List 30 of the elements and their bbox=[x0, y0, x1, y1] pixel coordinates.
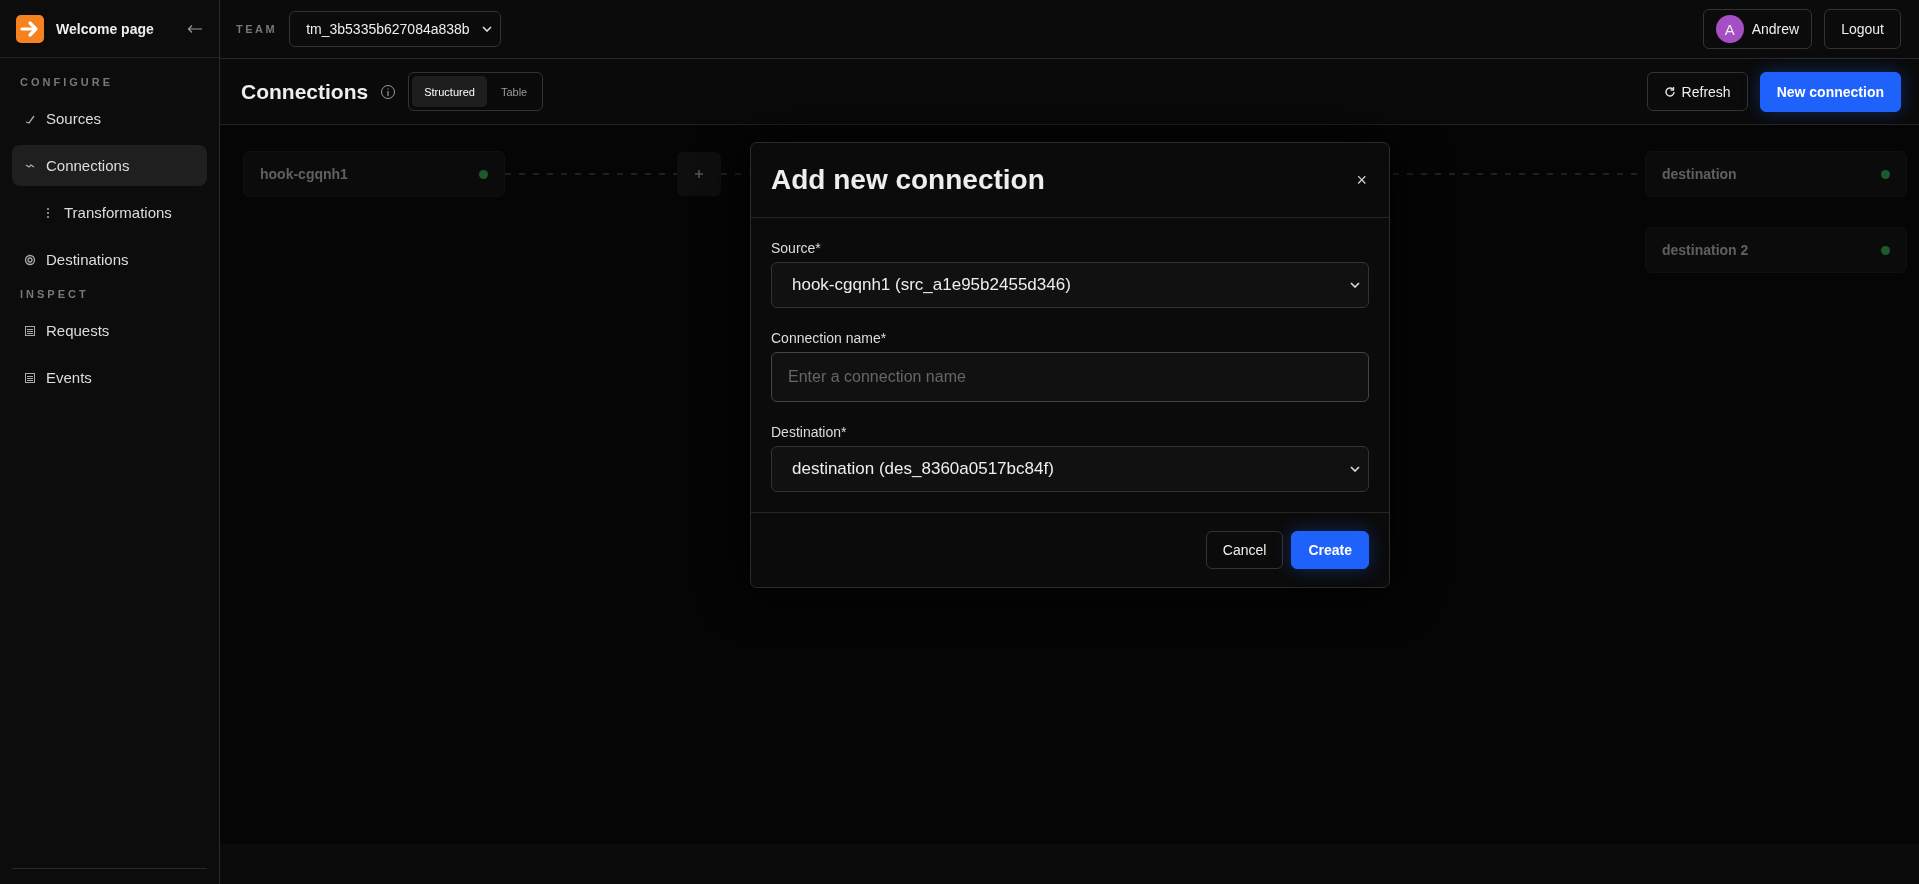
view-tab[interactable]: Structured bbox=[412, 76, 487, 107]
dialog-title: Add new connection bbox=[771, 164, 1045, 196]
nav-item[interactable]: Transformations bbox=[12, 192, 207, 233]
nav-item[interactable]: Connections bbox=[12, 145, 207, 186]
field-label: Source* bbox=[771, 240, 822, 256]
input-field[interactable]: Enter a connection name bbox=[771, 352, 1369, 402]
nav-item[interactable]: Events bbox=[12, 357, 207, 398]
team-label: TEAM bbox=[236, 23, 278, 35]
nav-item[interactable]: Requests bbox=[12, 310, 207, 351]
user-avatar: A bbox=[1715, 15, 1744, 43]
field-label: Connection name* bbox=[771, 330, 888, 346]
section-heading: INSPECT bbox=[19, 288, 90, 300]
section-heading: CONFIGURE bbox=[19, 76, 114, 88]
select-field[interactable]: hook-cgqnh1 (src_a1e95b2455d346) bbox=[771, 262, 1369, 308]
cancel-button[interactable]: Cancel bbox=[1205, 531, 1284, 569]
create-button[interactable]: Create bbox=[1291, 531, 1369, 569]
app-title: Welcome page bbox=[56, 20, 155, 37]
team-select[interactable]: tm_3b5335b627084a838b bbox=[289, 11, 501, 47]
view-tab[interactable]: Table bbox=[488, 76, 540, 107]
user-button[interactable]: A Andrew bbox=[1702, 9, 1813, 49]
user-name: Andrew bbox=[1751, 21, 1800, 37]
page-title: Connections bbox=[241, 79, 369, 104]
select-field[interactable]: destination (des_8360a0517bc84f) bbox=[771, 446, 1369, 492]
close-button[interactable]: × bbox=[1354, 169, 1369, 191]
nav-item[interactable]: Destinations bbox=[12, 239, 207, 280]
field-label: Destination* bbox=[771, 424, 848, 440]
refresh-button[interactable]: Refresh bbox=[1646, 72, 1748, 111]
new-connection-button[interactable]: New connection bbox=[1759, 71, 1901, 112]
nav-item[interactable]: Sources bbox=[12, 98, 207, 139]
logout-button[interactable]: Logout bbox=[1824, 9, 1901, 49]
